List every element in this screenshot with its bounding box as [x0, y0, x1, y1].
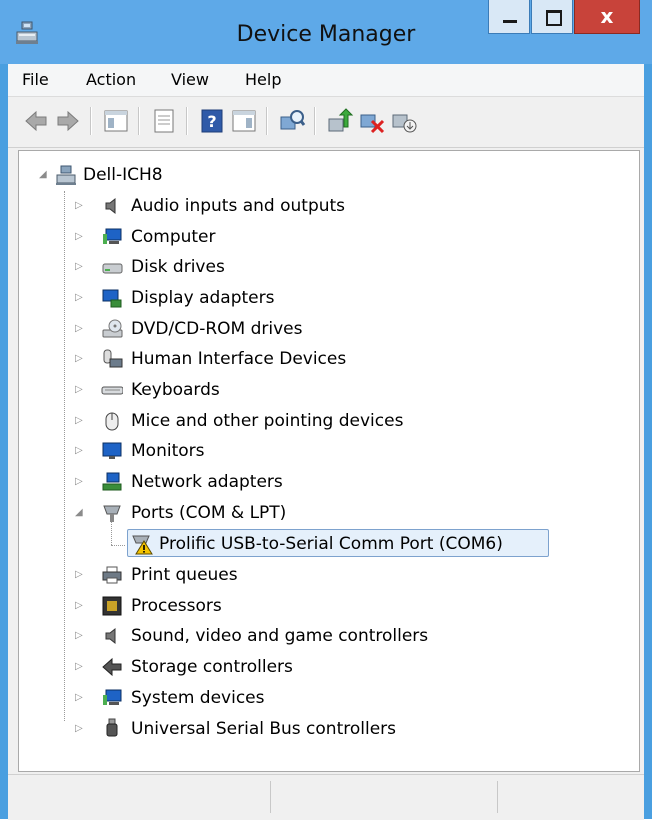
expand-icon[interactable]: ▷ [75, 569, 87, 581]
port-icon [103, 505, 121, 522]
expand-icon[interactable]: ▷ [75, 445, 87, 457]
expand-icon[interactable]: ▷ [75, 353, 87, 365]
expand-icon[interactable]: ▷ [75, 692, 87, 704]
network-adapter-icon [102, 472, 122, 491]
toolbar-separator [266, 107, 268, 135]
tree-item-label: Computer [131, 227, 216, 247]
expand-icon[interactable]: ▷ [75, 200, 87, 212]
minimize-button[interactable] [488, 0, 530, 34]
toolbar-separator [186, 107, 188, 135]
tree-item-label: Processors [131, 596, 222, 616]
keyboard-icon [101, 386, 123, 395]
disk-drive-icon [102, 263, 123, 274]
expand-icon[interactable]: ▷ [75, 600, 87, 612]
expand-icon[interactable]: ▷ [75, 415, 87, 427]
disable-device-icon[interactable] [390, 107, 418, 135]
dvd-drive-icon [102, 319, 123, 338]
expand-icon[interactable]: ▷ [75, 261, 87, 273]
update-driver-icon[interactable] [326, 107, 354, 135]
expand-icon[interactable]: ▷ [75, 384, 87, 396]
tree-item-label: Sound, video and game controllers [131, 626, 429, 646]
port-warning-icon [132, 535, 153, 555]
help-icon[interactable]: ? [198, 107, 226, 135]
display-adapter-icon [102, 289, 122, 308]
computer-icon [103, 228, 122, 244]
show-hide-console-tree-icon[interactable] [102, 107, 130, 135]
tree-item-label: DVD/CD-ROM drives [131, 319, 303, 339]
expand-icon[interactable]: ▷ [75, 323, 87, 335]
status-pane-secondary [271, 781, 498, 813]
expand-icon[interactable]: ▷ [75, 723, 87, 735]
collapse-icon[interactable]: ◢ [39, 169, 51, 181]
monitor-icon [102, 442, 122, 459]
expand-icon[interactable]: ▷ [75, 231, 87, 243]
toolbar-separator [90, 107, 92, 135]
menu-view[interactable]: View [171, 70, 209, 89]
maximize-button[interactable] [531, 0, 573, 34]
tree-item-label: Human Interface Devices [131, 349, 347, 369]
tree-item-label: Keyboards [131, 380, 220, 400]
processor-icon [102, 596, 122, 616]
computer-root-icon [56, 165, 76, 185]
caption-buttons: x [487, 0, 640, 40]
title-bar[interactable]: Device Manager x [0, 0, 652, 64]
menu-help[interactable]: Help [245, 70, 281, 89]
action-pane-icon[interactable] [230, 107, 258, 135]
tree-item-label: Monitors [131, 441, 205, 461]
tree-item-label: Print queues [131, 565, 238, 585]
toolbar-separator [138, 107, 140, 135]
close-button[interactable]: x [574, 0, 640, 34]
scan-hardware-icon[interactable] [278, 107, 306, 135]
tree-item-label: Storage controllers [131, 657, 293, 677]
collapse-icon[interactable]: ◢ [75, 507, 87, 519]
expand-icon[interactable]: ▷ [75, 292, 87, 304]
menu-file[interactable]: File [22, 70, 49, 89]
tree-item-label: System devices [131, 688, 265, 708]
menu-action[interactable]: Action [86, 70, 136, 89]
tree-item-label: Mice and other pointing devices [131, 411, 404, 431]
properties-icon[interactable] [150, 107, 178, 135]
tree-item-label: Prolific USB-to-Serial Comm Port (COM6) [159, 534, 503, 554]
speaker-icon [105, 627, 116, 645]
uninstall-device-icon[interactable] [358, 107, 386, 135]
tree-item-label: Display adapters [131, 288, 275, 308]
status-pane-main [8, 781, 271, 813]
svg-text:?: ? [207, 112, 216, 131]
menu-bar: File Action View Help [8, 64, 644, 97]
device-manager-window: Device Manager x File Action View Help ?… [0, 0, 652, 820]
back-icon[interactable] [22, 107, 50, 135]
minimize-icon [503, 20, 517, 23]
tree-item-label: Network adapters [131, 472, 283, 492]
printer-icon [102, 566, 122, 584]
tree-connector [111, 545, 125, 547]
system-device-icon [103, 689, 122, 705]
tree-root-label: Dell-ICH8 [83, 165, 163, 185]
speaker-icon [105, 197, 116, 215]
close-icon: x [600, 4, 614, 28]
maximize-icon [546, 10, 562, 26]
status-pane-tertiary [498, 781, 638, 813]
tree-connector [64, 191, 66, 721]
client-area: File Action View Help ? ◢ Dell-ICH8 ▷ Au… [8, 64, 644, 820]
status-bar [8, 774, 644, 820]
storage-controller-icon [102, 657, 122, 677]
expand-icon[interactable]: ▷ [75, 630, 87, 642]
toolbar-separator [314, 107, 316, 135]
mouse-icon [105, 412, 119, 431]
tree-item-label: Universal Serial Bus controllers [131, 719, 397, 739]
usb-icon [106, 718, 118, 737]
expand-icon[interactable]: ▷ [75, 476, 87, 488]
tree-item-label: Audio inputs and outputs [131, 196, 346, 216]
forward-icon[interactable] [54, 107, 82, 135]
hid-icon [103, 349, 123, 368]
tree-item-label: Ports (COM & LPT) [131, 503, 287, 523]
toolbar: ? [8, 97, 644, 148]
device-tree[interactable]: ◢ Dell-ICH8 ▷ Audio inputs and outputs ▷… [18, 150, 640, 772]
tree-item-label: Disk drives [131, 257, 225, 277]
expand-icon[interactable]: ▷ [75, 661, 87, 673]
